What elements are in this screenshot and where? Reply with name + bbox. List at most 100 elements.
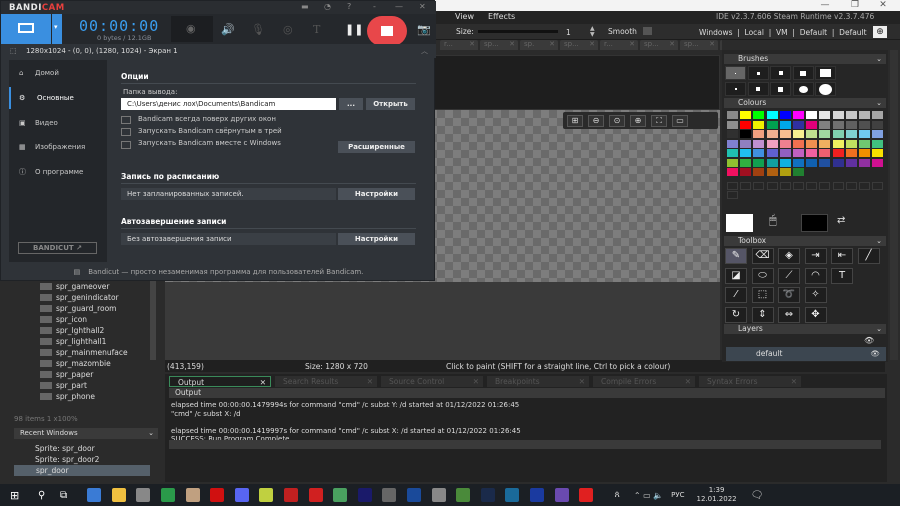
rectangle-icon[interactable]: ◪: [725, 267, 747, 284]
app-icon[interactable]: [529, 488, 544, 502]
nav-video[interactable]: ▣ Видео: [9, 112, 107, 134]
colour-swatch[interactable]: [740, 130, 752, 138]
colour-swatch[interactable]: [845, 111, 857, 119]
eraser-icon[interactable]: ⌫: [751, 248, 774, 264]
asset-item[interactable]: spr_mazombie: [56, 359, 111, 368]
colour-swatch[interactable]: [832, 158, 844, 167]
schedule-settings-button[interactable]: Настройки: [338, 188, 415, 200]
text-overlay-icon[interactable]: T: [313, 23, 320, 36]
browse-button[interactable]: ...: [339, 98, 363, 110]
pencil-icon[interactable]: ✎: [725, 248, 747, 264]
app-icon[interactable]: [505, 488, 520, 502]
folder-icon[interactable]: ▬: [301, 2, 309, 11]
colour-swatch[interactable]: [779, 111, 791, 119]
document-tab[interactable]: sp... ✕: [680, 40, 718, 50]
lasso-icon[interactable]: ➰: [778, 287, 800, 303]
colour-swatch[interactable]: [872, 158, 884, 167]
app-icon[interactable]: [284, 488, 299, 502]
close-icon[interactable]: ✕: [367, 376, 373, 387]
autostop-settings-button[interactable]: Настройки: [338, 233, 415, 245]
colour-swatch[interactable]: [740, 158, 752, 167]
asset-item[interactable]: spr_guard_room: [56, 304, 116, 313]
colour-swatch[interactable]: [845, 130, 857, 138]
brush-size[interactable]: [770, 82, 791, 96]
nav-about[interactable]: ⓘ О программе: [9, 161, 107, 183]
colour-swatch[interactable]: [832, 139, 844, 148]
select-icon[interactable]: ⬚: [751, 287, 774, 303]
output-tab[interactable]: Syntax Errors ✕: [699, 376, 801, 387]
ellipse-icon[interactable]: ⬭: [751, 267, 774, 284]
document-tab[interactable]: sp... ✕: [480, 40, 518, 50]
app-icon[interactable]: [234, 488, 249, 502]
colour-swatch[interactable]: [779, 149, 791, 157]
colour-swatch[interactable]: [727, 158, 738, 167]
colour-swatch[interactable]: [766, 111, 778, 119]
empty-colour-slot[interactable]: [727, 182, 738, 190]
output-tab[interactable]: Breakpoints ✕: [487, 376, 589, 387]
colour-swatch[interactable]: [859, 139, 870, 148]
task-view-icon[interactable]: ⧉: [60, 490, 74, 501]
target-selector[interactable]: Windows | Local | VM | Default | Default: [699, 28, 867, 37]
swap-colours-icon[interactable]: ⇄: [837, 215, 845, 226]
app-icon[interactable]: [357, 488, 372, 502]
colour-swatch[interactable]: [727, 111, 738, 119]
brush-size[interactable]: [815, 66, 836, 80]
colour-swatch[interactable]: [766, 168, 778, 176]
colour-swatch[interactable]: [793, 139, 804, 148]
close-icon[interactable]: ✕: [469, 40, 475, 50]
advanced-button[interactable]: Расширенные: [338, 141, 415, 153]
app-icon[interactable]: [87, 488, 102, 502]
colour-swatch[interactable]: [832, 111, 844, 119]
recent-window-item-active[interactable]: spr_door: [14, 465, 150, 476]
colour-swatch[interactable]: [806, 139, 818, 148]
pause-icon[interactable]: ❚❚: [345, 23, 363, 36]
colour-swatch[interactable]: [727, 130, 738, 138]
close-button[interactable]: ✕: [868, 0, 898, 11]
app-icon[interactable]: [111, 488, 126, 502]
recent-window-item[interactable]: Sprite: spr_door: [35, 444, 95, 453]
document-tab[interactable]: W...✕: [720, 40, 722, 50]
right-panel-scrollbar[interactable]: [890, 50, 898, 360]
speaker-icon[interactable]: 🔊: [221, 23, 235, 36]
colour-swatch[interactable]: [727, 139, 738, 148]
empty-colour-slot[interactable]: [766, 182, 778, 190]
colours-header[interactable]: Colours ⌄: [724, 98, 886, 108]
colour-swatch[interactable]: [779, 168, 791, 176]
close-icon[interactable]: ✕: [791, 376, 797, 387]
rotate-icon[interactable]: ↻: [725, 306, 747, 323]
app-icon[interactable]: [259, 488, 274, 502]
empty-colour-slot[interactable]: [727, 191, 738, 199]
colour-swatch[interactable]: [859, 111, 870, 119]
colour-swatch[interactable]: [793, 158, 804, 167]
colour-swatch[interactable]: [859, 130, 870, 138]
zoom-in-icon[interactable]: ⊕: [630, 114, 646, 127]
colour-swatch[interactable]: [727, 168, 738, 176]
document-tab[interactable]: sp... ✕: [560, 40, 598, 50]
empty-colour-slot[interactable]: [872, 182, 884, 190]
eye-icon[interactable]: 👁: [864, 336, 874, 345]
mode-dropdown[interactable]: ▾: [52, 14, 62, 44]
colour-swatch[interactable]: [819, 130, 831, 138]
colour-swatch[interactable]: [859, 158, 870, 167]
menu-effects[interactable]: Effects: [488, 12, 515, 21]
empty-colour-slot[interactable]: [806, 182, 818, 190]
copy-icon[interactable]: ⇥: [804, 248, 827, 264]
colour-swatch[interactable]: [740, 139, 752, 148]
app-icon[interactable]: [456, 488, 471, 502]
open-folder-button[interactable]: Открыть: [366, 98, 415, 110]
screen-mode-button[interactable]: [1, 14, 51, 44]
colour-swatch[interactable]: [872, 111, 884, 119]
close-icon[interactable]: ✕: [629, 40, 635, 50]
close-icon[interactable]: ✕: [579, 376, 585, 387]
colour-swatch[interactable]: [806, 158, 818, 167]
minimize-icon[interactable]: —: [395, 2, 403, 11]
minimize-button[interactable]: —: [810, 0, 840, 11]
colour-swatch[interactable]: [753, 168, 765, 176]
colour-swatch[interactable]: [793, 120, 804, 129]
close-icon[interactable]: ✕: [589, 40, 595, 50]
app-icon[interactable]: [333, 488, 348, 502]
colour-swatch[interactable]: [806, 130, 818, 138]
app-icon[interactable]: [136, 488, 151, 502]
camera-icon[interactable]: 📷: [417, 23, 431, 36]
asset-item[interactable]: spr_paper: [56, 370, 93, 379]
